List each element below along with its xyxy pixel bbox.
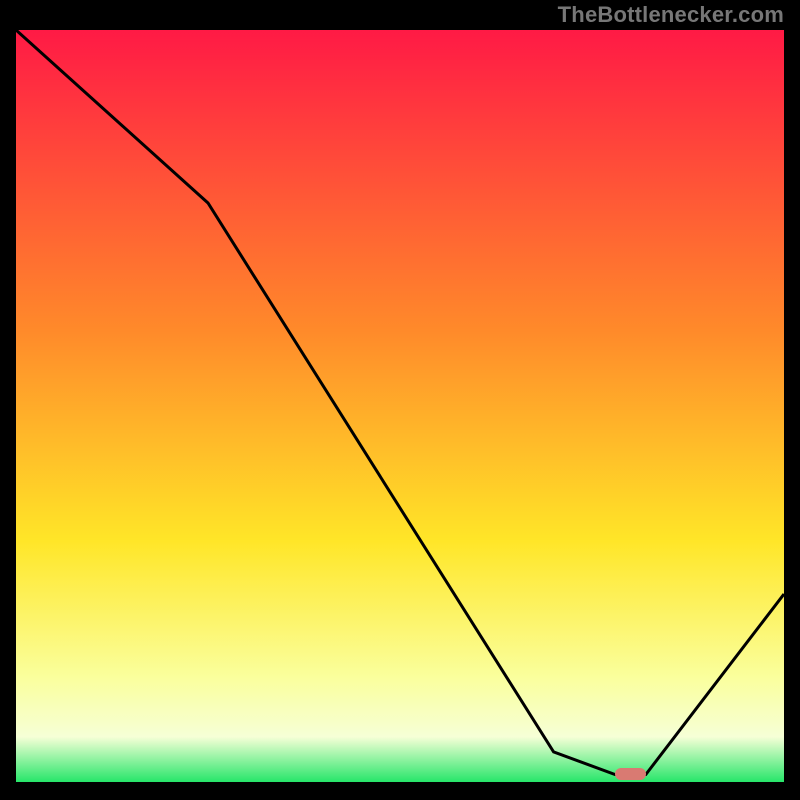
attribution-label: TheBottlenecker.com [558,2,784,28]
chart-svg [16,30,784,782]
optimal-range-marker [615,768,646,780]
plot-area [16,30,784,782]
chart-frame: TheBottlenecker.com [0,0,800,800]
gradient-rect [16,30,784,782]
